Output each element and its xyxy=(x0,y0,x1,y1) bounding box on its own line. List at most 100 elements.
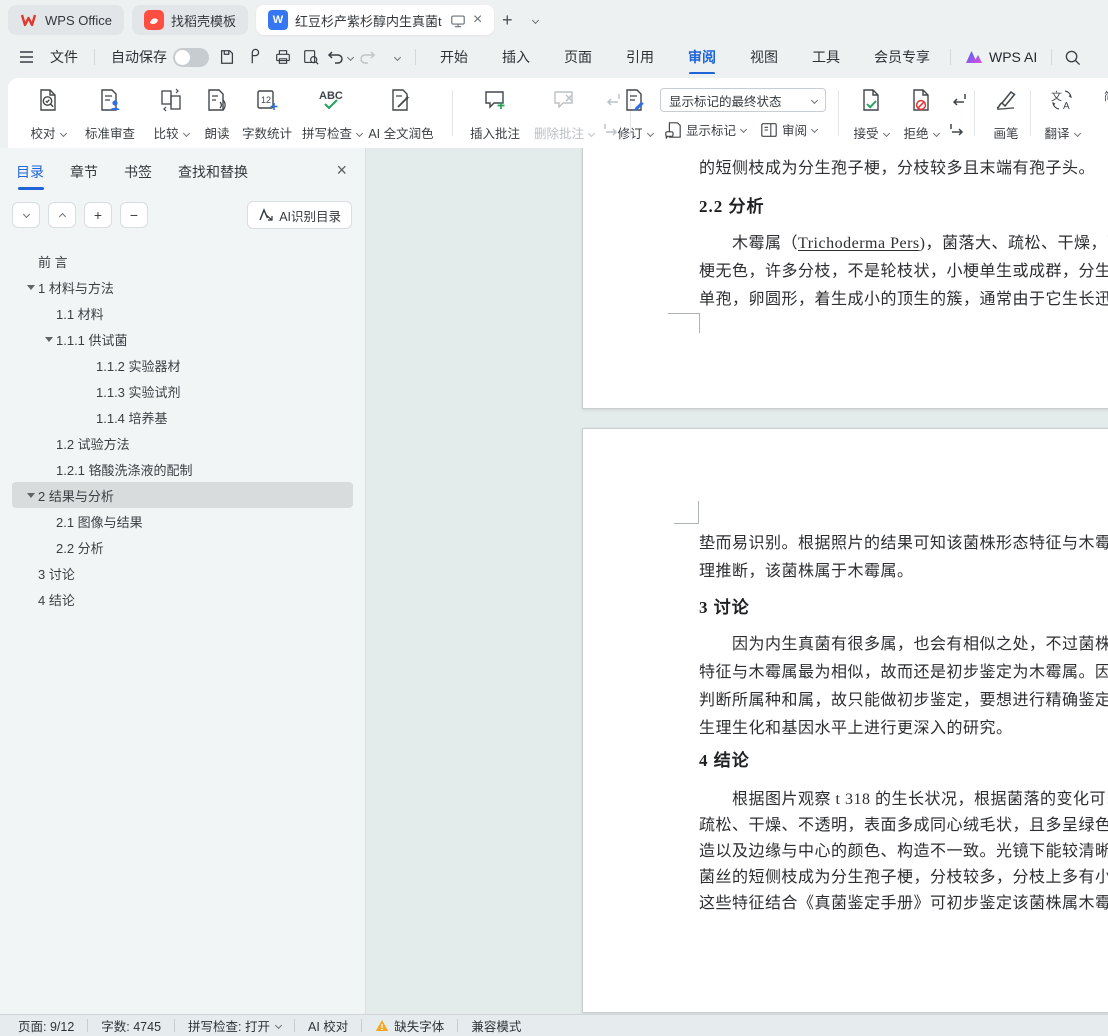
compatibility-mode-indicator[interactable]: 兼容模式 xyxy=(458,1016,534,1035)
toc-item[interactable]: 2.1 图像与结果 xyxy=(12,508,353,534)
delete-comment-button[interactable]: 删除批注 xyxy=(530,86,598,142)
page-indicator[interactable]: 页面: 9/12 xyxy=(16,1016,87,1035)
change-nav xyxy=(946,88,970,142)
menu-home[interactable]: 开始 xyxy=(430,43,478,71)
search-icon[interactable] xyxy=(1058,45,1086,69)
word-count-icon: 12 xyxy=(254,86,280,114)
undo-icon[interactable] xyxy=(325,45,354,69)
review-pane-button[interactable]: 审阅 xyxy=(760,120,819,139)
menu-insert[interactable]: 插入 xyxy=(492,43,540,71)
divider xyxy=(1030,90,1031,136)
toc-tree: 前 言 1 材料与方法 1.1 材料 1.1.1 供试菌 1.1.2 实验器材 … xyxy=(0,248,365,612)
spell-check-button[interactable]: ABC 拼写检查 xyxy=(300,86,364,142)
body-text-line: 的短侧枝成为分生孢子梗，分枝较多且末端有孢子头。 xyxy=(699,160,1096,177)
menu-page[interactable]: 页面 xyxy=(554,43,602,71)
menu-file[interactable]: 文件 xyxy=(40,43,88,71)
toc-item[interactable]: 3 讨论 xyxy=(12,560,353,586)
more-commands-chevron-icon[interactable] xyxy=(381,45,409,69)
monitor-icon[interactable] xyxy=(450,13,466,28)
standard-review-button[interactable]: 标准审查 xyxy=(78,86,142,142)
toc-item[interactable]: 1.1.2 实验器材 xyxy=(12,352,353,378)
spell-check-status[interactable]: 拼写检查: 打开 xyxy=(175,1016,294,1035)
reject-icon xyxy=(908,86,934,114)
export-pdf-icon[interactable] xyxy=(241,45,269,69)
tab-list-chevron-icon[interactable] xyxy=(520,7,546,33)
collapse-up-button[interactable] xyxy=(48,202,76,228)
zoom-in-button[interactable]: + xyxy=(84,202,112,228)
toc-item[interactable]: 1.1 材料 xyxy=(12,300,353,326)
word-count-button[interactable]: 12 字数统计 xyxy=(238,86,296,142)
ai-proofread-button[interactable]: AI 校对 xyxy=(295,1016,361,1035)
wps-ai-button[interactable]: WPS AI xyxy=(957,49,1045,65)
prev-change-icon[interactable] xyxy=(946,88,970,112)
tab-docer-label: 找稻壳模板 xyxy=(170,13,236,29)
menu-member[interactable]: 会员专享 xyxy=(864,43,940,71)
print-icon[interactable] xyxy=(269,45,297,69)
translate-button[interactable]: 文A 翻译 xyxy=(1038,86,1086,142)
print-preview-icon[interactable] xyxy=(297,45,325,69)
menu-review[interactable]: 审阅 xyxy=(678,43,726,71)
tab-find-replace[interactable]: 查找和替换 xyxy=(178,162,248,190)
collapse-arrow-icon[interactable] xyxy=(42,336,56,342)
tab-bookmarks[interactable]: 书签 xyxy=(124,162,152,190)
accept-button[interactable]: 接受 xyxy=(846,86,896,142)
collapse-arrow-icon[interactable] xyxy=(24,492,38,498)
delete-comment-icon xyxy=(551,86,577,114)
add-tab-button[interactable]: + xyxy=(494,7,520,33)
track-changes-button[interactable]: 修订 xyxy=(612,86,658,142)
ink-pen-icon xyxy=(993,86,1019,114)
proofread-button[interactable]: 校对 xyxy=(22,86,74,142)
tab-chapters[interactable]: 章节 xyxy=(70,162,98,190)
svg-text:简: 简 xyxy=(1104,89,1108,103)
compare-button[interactable]: 比较 xyxy=(146,86,196,142)
tab-toc[interactable]: 目录 xyxy=(16,162,44,190)
toc-item[interactable]: 4 结论 xyxy=(12,586,353,612)
read-aloud-button[interactable]: 朗读 xyxy=(198,86,236,142)
tab-docer[interactable]: 找稻壳模板 xyxy=(131,5,248,35)
word-count-indicator[interactable]: 字数: 4745 xyxy=(88,1016,174,1035)
redo-icon[interactable] xyxy=(353,45,381,69)
missing-font-warning[interactable]: 缺失字体 xyxy=(362,1016,457,1035)
save-icon[interactable] xyxy=(213,45,241,69)
ai-recognize-toc-button[interactable]: AI识别目录 xyxy=(247,201,352,229)
markup-state-select[interactable]: 显示标记的最终状态 xyxy=(660,88,826,112)
ink-pen-button[interactable]: 画笔 xyxy=(984,86,1028,142)
document-page-bottom[interactable]: 垫而易识别。根据照片的结果可知该菌株形态特征与木霉属 理推断，该菌株属于木霉属。… xyxy=(582,428,1108,1013)
ai-polish-button[interactable]: AI 全文润色 xyxy=(360,86,442,142)
menu-view[interactable]: 视图 xyxy=(740,43,788,71)
collapse-arrow-icon[interactable] xyxy=(24,284,38,290)
hamburger-icon[interactable] xyxy=(12,45,40,69)
insert-comment-button[interactable]: 插入批注 xyxy=(464,86,526,142)
close-sidebar-icon[interactable]: × xyxy=(336,160,347,181)
show-markup-button[interactable]: 显示标记 xyxy=(664,120,748,139)
reject-button[interactable]: 拒绝 xyxy=(896,86,946,142)
status-bar: 页面: 9/12 字数: 4745 拼写检查: 打开 AI 校对 缺失字体 兼容… xyxy=(0,1014,1108,1036)
toc-item[interactable]: 1.2 试验方法 xyxy=(12,430,353,456)
toc-item[interactable]: 1.1.4 培养基 xyxy=(12,404,353,430)
document-canvas[interactable]: 的短侧枝成为分生孢子梗，分枝较多且末端有孢子头。 2.2 分析 木霉属（Tric… xyxy=(366,148,1108,1014)
zoom-out-button[interactable]: − xyxy=(120,202,148,228)
toc-item[interactable]: 前 言 xyxy=(12,248,353,274)
toc-item[interactable]: 2.2 分析 xyxy=(12,534,353,560)
sidebar-tabs: 目录 章节 书签 查找和替换 xyxy=(16,162,248,190)
menu-reference[interactable]: 引用 xyxy=(616,43,664,71)
divider xyxy=(1051,49,1053,65)
expand-down-button[interactable] xyxy=(12,202,40,228)
menu-tools[interactable]: 工具 xyxy=(802,43,850,71)
toc-item[interactable]: 1.1.1 供试菌 xyxy=(12,326,353,352)
close-tab-icon[interactable]: × xyxy=(473,11,482,29)
tab-document[interactable]: W 红豆杉产紫杉醇内生真菌t 318 × xyxy=(255,5,495,35)
menu-bar: 文件 自动保存 开始 插入 页面 引用 审阅 视图 工具 会员专享 WPS AI xyxy=(0,40,1108,74)
docer-icon xyxy=(143,10,164,30)
jianfan-convert-button[interactable]: 简 繁 xyxy=(1090,86,1108,142)
autosave-control[interactable]: 自动保存 xyxy=(101,47,213,67)
toc-item[interactable]: 1.1.3 实验试剂 xyxy=(12,378,353,404)
next-change-icon[interactable] xyxy=(946,118,970,142)
toc-item[interactable]: 1.2.1 铬酸洗涤液的配制 xyxy=(12,456,353,482)
toc-item-selected[interactable]: 2 结果与分析 xyxy=(12,482,353,508)
toc-item[interactable]: 1 材料与方法 xyxy=(12,274,353,300)
tab-wps-home[interactable]: WPS Office xyxy=(8,5,124,35)
document-page-top[interactable]: 的短侧枝成为分生孢子梗，分枝较多且末端有孢子头。 2.2 分析 木霉属（Tric… xyxy=(582,148,1108,409)
autosave-toggle[interactable] xyxy=(173,47,209,67)
heading-4: 4 结论 xyxy=(699,751,750,770)
